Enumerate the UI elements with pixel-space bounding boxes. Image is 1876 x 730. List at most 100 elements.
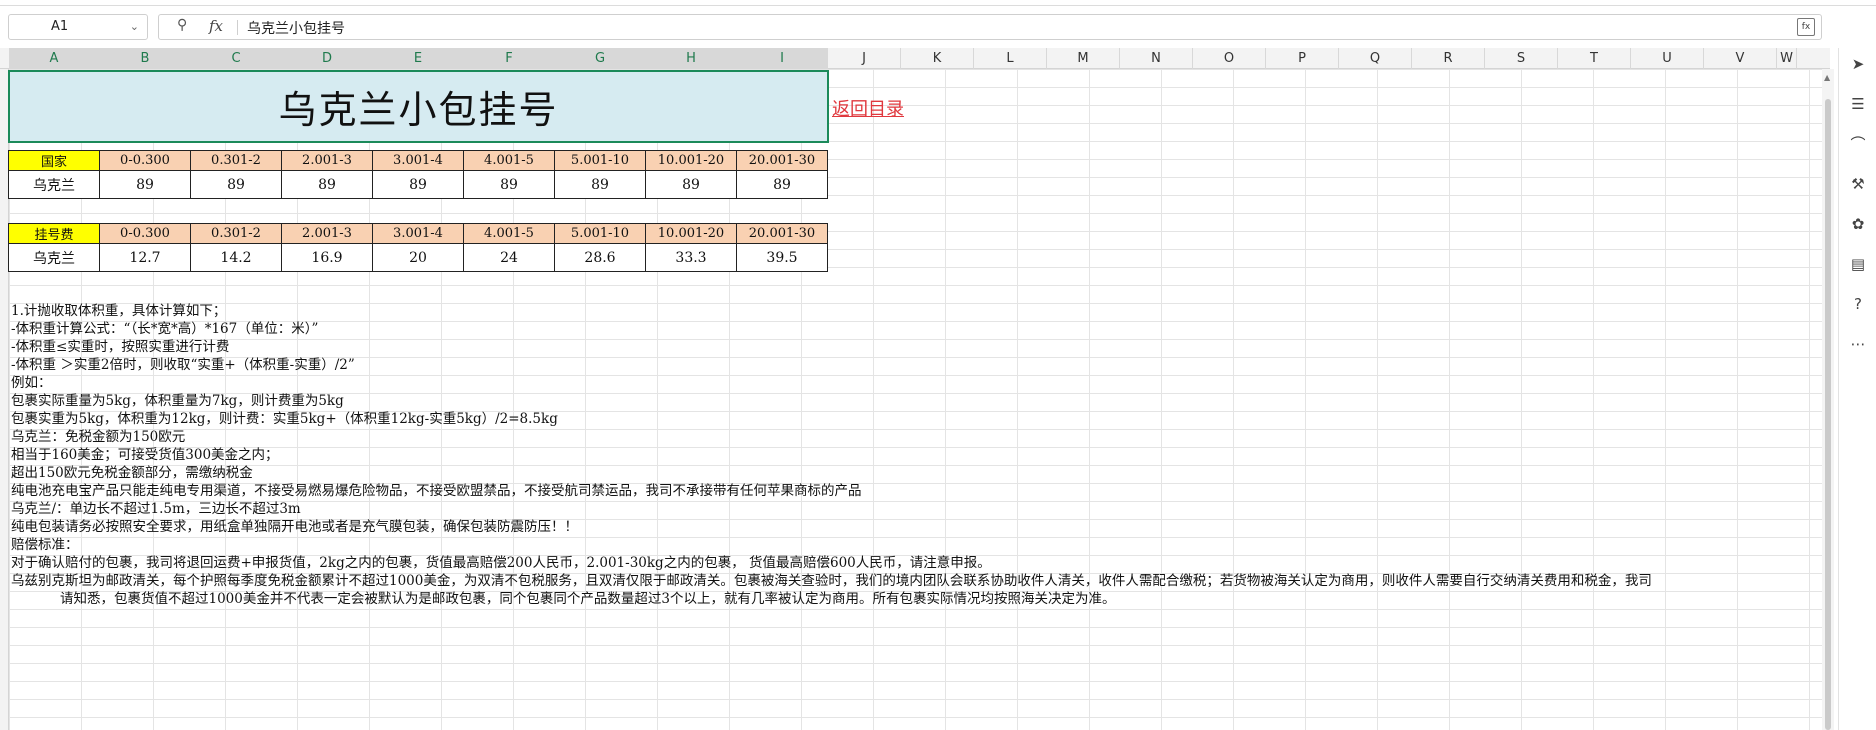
value-cell[interactable]: 16.9: [281, 243, 373, 272]
sliders-icon[interactable]: ☰: [1848, 94, 1868, 114]
help-icon[interactable]: ?: [1848, 294, 1868, 314]
value-cell[interactable]: 89: [645, 170, 737, 199]
value-cell[interactable]: 89: [463, 170, 555, 199]
crop-icon[interactable]: ⌒: [1848, 134, 1868, 154]
header-cell[interactable]: 国家: [8, 150, 100, 171]
column-header-c[interactable]: C: [191, 48, 282, 69]
style-icon[interactable]: ✿: [1848, 214, 1868, 234]
column-header-w[interactable]: W: [1777, 48, 1797, 69]
column-header-p[interactable]: P: [1266, 48, 1339, 69]
cell-reference: A1: [51, 19, 69, 34]
scroll-thumb[interactable]: [1825, 99, 1831, 730]
header-cell[interactable]: 0.301-2: [190, 223, 282, 244]
value-cell[interactable]: 89: [372, 170, 464, 199]
column-header-i[interactable]: I: [737, 48, 828, 69]
value-cell[interactable]: 89: [736, 170, 828, 199]
tools-icon[interactable]: ⚒: [1848, 174, 1868, 194]
value-cell[interactable]: 89: [190, 170, 282, 199]
header-cell[interactable]: 3.001-4: [372, 150, 464, 171]
note-line[interactable]: 请知悉，包裹货值不超过1000美金并不代表一定会被默认为是邮政包裹，同个包裹同个…: [11, 590, 1821, 608]
note-line[interactable]: 例如：: [11, 374, 1821, 392]
name-box[interactable]: A1 ⌄: [8, 14, 148, 40]
column-header-s[interactable]: S: [1485, 48, 1558, 69]
book-icon[interactable]: ▤: [1848, 254, 1868, 274]
column-header-q[interactable]: Q: [1339, 48, 1412, 69]
column-header-l[interactable]: L: [974, 48, 1047, 69]
header-cell[interactable]: 0.301-2: [190, 150, 282, 171]
note-line[interactable]: 乌兹别克斯坦为邮政清关，每个护照每季度免税金额累计不超过1000美金，为双清不包…: [11, 572, 1821, 590]
note-line[interactable]: 赔偿标准：: [11, 536, 1821, 554]
value-cell[interactable]: 39.5: [736, 243, 828, 272]
chevron-down-icon[interactable]: ⌄: [130, 15, 139, 39]
header-cell[interactable]: 0-0.300: [99, 223, 191, 244]
value-cell[interactable]: 28.6: [554, 243, 646, 272]
sheet-title-cell[interactable]: 乌克兰小包挂号: [8, 70, 829, 143]
formula-input[interactable]: ⚲ fx 乌克兰小包挂号 fx: [158, 14, 1822, 40]
column-header-a[interactable]: A: [9, 48, 100, 69]
value-cell[interactable]: 89: [554, 170, 646, 199]
column-header-t[interactable]: T: [1558, 48, 1631, 69]
note-line[interactable]: 1.计抛收取体积重，具体计算如下；: [11, 302, 1821, 320]
header-cell[interactable]: 4.001-5: [463, 150, 555, 171]
column-header-v[interactable]: V: [1704, 48, 1777, 69]
note-line[interactable]: 乌克兰：免税金额为150欧元: [11, 428, 1821, 446]
header-cell[interactable]: 20.001-30: [736, 150, 828, 171]
value-cell[interactable]: 89: [99, 170, 191, 199]
note-line[interactable]: -体积重≤实重时，按照实重进行计费: [11, 338, 1821, 356]
value-cell[interactable]: 89: [281, 170, 373, 199]
note-line[interactable]: 乌克兰/：单边长不超过1.5m，三边长不超过3m: [11, 500, 1821, 518]
column-header-r[interactable]: R: [1412, 48, 1485, 69]
formula-bar: A1 ⌄ ⚲ fx 乌克兰小包挂号 fx: [0, 10, 1876, 44]
formula-content[interactable]: 乌克兰小包挂号: [247, 18, 345, 38]
notes-section: 1.计抛收取体积重，具体计算如下； -体积重计算公式：“（长*宽*高）*167（单…: [11, 302, 1821, 608]
column-header-u[interactable]: U: [1631, 48, 1704, 69]
column-header-e[interactable]: E: [373, 48, 464, 69]
note-line[interactable]: 纯电池充电宝产品只能走纯电专用渠道，不接受易燃易爆危险物品，不接受欧盟禁品，不接…: [11, 482, 1821, 500]
value-cell[interactable]: 33.3: [645, 243, 737, 272]
header-cell[interactable]: 5.001-10: [554, 150, 646, 171]
note-line[interactable]: 对于确认赔付的包裹，我司将退回运费+申报货值，2kg之内的包裹，货值最高赔偿20…: [11, 554, 1821, 572]
cursor-icon[interactable]: ➤: [1848, 54, 1868, 74]
column-header-h[interactable]: H: [646, 48, 737, 69]
note-line[interactable]: 包裹实重为5kg，体积重为12kg，则计费：实重5kg+（体积重12kg-实重5…: [11, 410, 1821, 428]
return-to-index-link[interactable]: 返回目录: [832, 95, 904, 121]
header-cell[interactable]: 10.001-20: [645, 223, 737, 244]
header-cell[interactable]: 2.001-3: [281, 223, 373, 244]
header-cell[interactable]: 2.001-3: [281, 150, 373, 171]
scroll-up-icon[interactable]: ▲: [1824, 73, 1830, 82]
fx-icon[interactable]: fx: [209, 17, 223, 35]
header-cell[interactable]: 挂号费: [8, 223, 100, 244]
country-cell[interactable]: 乌克兰: [8, 170, 100, 199]
column-header-k[interactable]: K: [901, 48, 974, 69]
header-cell[interactable]: 10.001-20: [645, 150, 737, 171]
column-header-f[interactable]: F: [464, 48, 555, 69]
header-cell[interactable]: 0-0.300: [99, 150, 191, 171]
more-icon[interactable]: ⋯: [1848, 334, 1868, 354]
note-line[interactable]: 相当于160美金；可接受货值300美金之内；: [11, 446, 1821, 464]
column-header-o[interactable]: O: [1193, 48, 1266, 69]
expand-formula-icon[interactable]: fx: [1797, 18, 1815, 36]
header-cell[interactable]: 4.001-5: [463, 223, 555, 244]
header-cell[interactable]: 5.001-10: [554, 223, 646, 244]
value-cell[interactable]: 20: [372, 243, 464, 272]
note-line[interactable]: -体积重 ＞实重2倍时，则收取“实重+（体积重-实重）/2”: [11, 356, 1821, 374]
divider: [237, 20, 238, 35]
header-cell[interactable]: 3.001-4: [372, 223, 464, 244]
country-cell[interactable]: 乌克兰: [8, 243, 100, 272]
column-header-m[interactable]: M: [1047, 48, 1120, 69]
note-line[interactable]: 纯电包装请务必按照安全要求，用纸盒单独隔开电池或者是充气膜包装，确保包装防震防压…: [11, 518, 1821, 536]
zoom-icon[interactable]: ⚲: [177, 17, 187, 33]
header-cell[interactable]: 20.001-30: [736, 223, 828, 244]
value-cell[interactable]: 24: [463, 243, 555, 272]
note-line[interactable]: -体积重计算公式：“（长*宽*高）*167（单位：米）”: [11, 320, 1821, 338]
note-line[interactable]: 包裹实际重量为5kg，体积重量为7kg，则计费重为5kg: [11, 392, 1821, 410]
vertical-scrollbar[interactable]: ▲: [1822, 69, 1834, 730]
note-line[interactable]: 超出150欧元免税金额部分，需缴纳税金: [11, 464, 1821, 482]
column-header-b[interactable]: B: [100, 48, 191, 69]
column-header-g[interactable]: G: [555, 48, 646, 69]
value-cell[interactable]: 14.2: [190, 243, 282, 272]
value-cell[interactable]: 12.7: [99, 243, 191, 272]
column-header-j[interactable]: J: [828, 48, 901, 69]
column-header-n[interactable]: N: [1120, 48, 1193, 69]
column-header-d[interactable]: D: [282, 48, 373, 69]
